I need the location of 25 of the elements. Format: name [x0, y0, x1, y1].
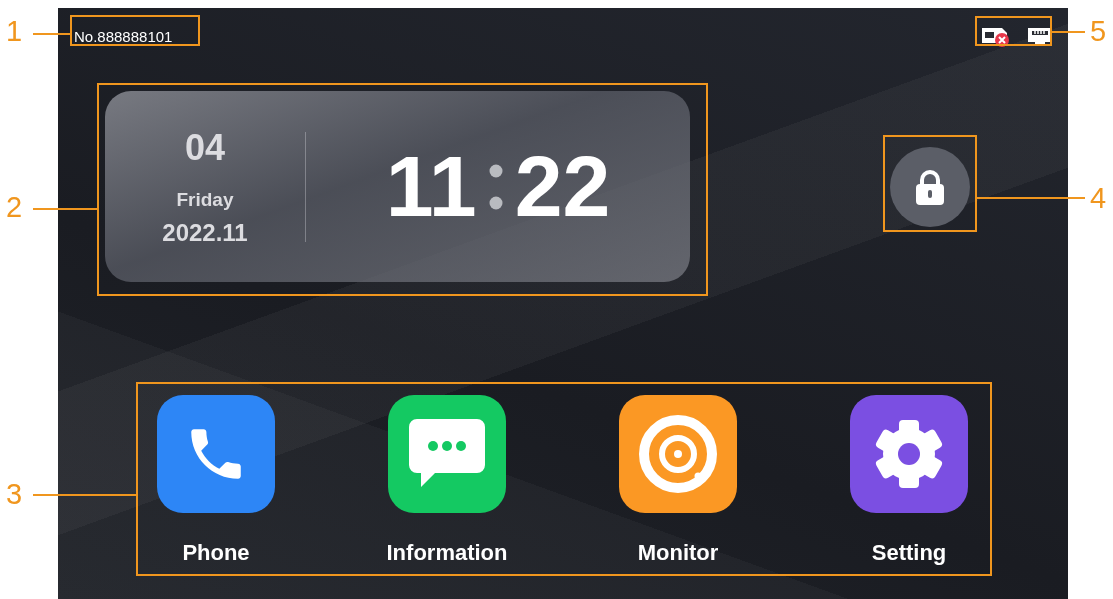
- callout-number: 3: [6, 477, 23, 511]
- callout-number: 1: [6, 14, 23, 48]
- padlock-icon: [913, 168, 947, 205]
- weekday-label: Friday: [176, 188, 234, 211]
- colon-dots-icon: [488, 163, 503, 210]
- network-port-icon: [1028, 26, 1052, 46]
- chat-bubble-icon: [409, 419, 485, 489]
- callout-number: 4: [1090, 181, 1107, 215]
- callout-number: 2: [6, 190, 23, 224]
- app-button[interactable]: Phone: [157, 395, 275, 566]
- sim-card-error-icon: [982, 25, 1010, 47]
- date-day: 04: [184, 126, 225, 169]
- leader-line: [33, 208, 97, 210]
- year-month-label: 2022.11: [162, 218, 248, 247]
- leader-line: [1052, 31, 1085, 33]
- callout-number: 5: [1090, 14, 1107, 48]
- camera-lens-icon: [638, 414, 718, 494]
- clock-hours: 11: [385, 137, 477, 236]
- app-button[interactable]: Information: [388, 395, 506, 566]
- device-number: No.888888101: [74, 27, 173, 45]
- app-button[interactable]: Setting: [850, 395, 968, 566]
- clock-minutes: 22: [514, 137, 611, 236]
- app-button[interactable]: Monitor: [619, 395, 737, 566]
- leader-line: [33, 33, 70, 35]
- gear-icon: [873, 418, 945, 490]
